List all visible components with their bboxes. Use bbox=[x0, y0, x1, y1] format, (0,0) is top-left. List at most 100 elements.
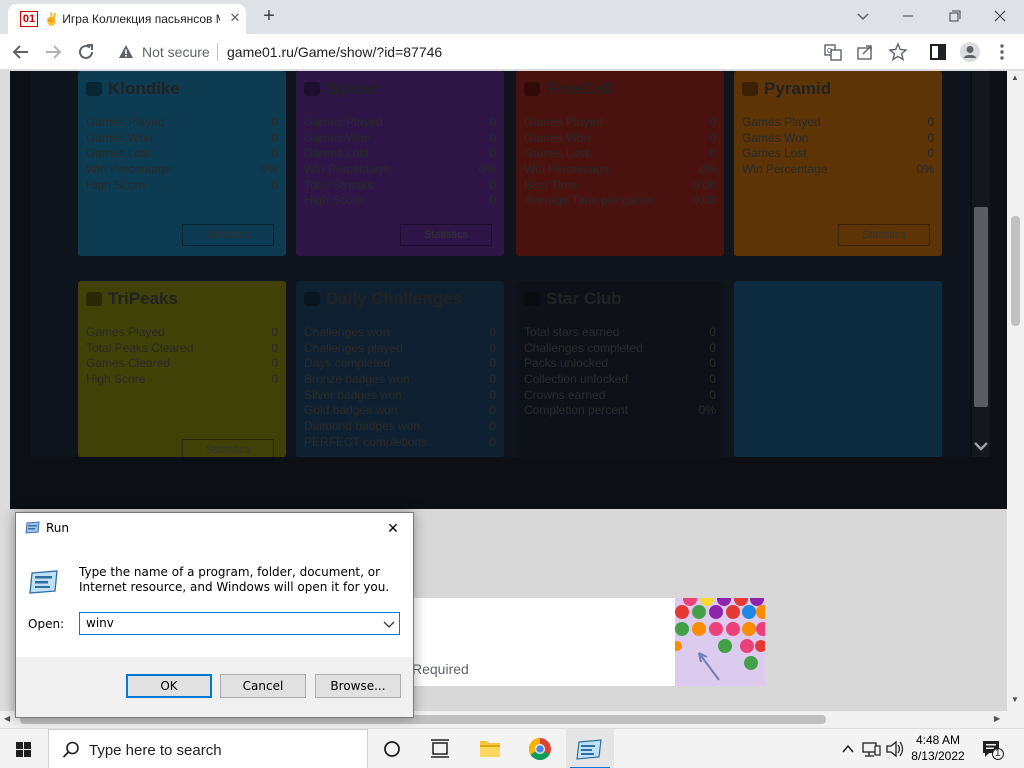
chevron-down-icon[interactable] bbox=[382, 616, 396, 632]
back-arrow-icon[interactable] bbox=[8, 39, 34, 65]
stat-row: Win Percentage 0% bbox=[304, 162, 496, 177]
card-title: TriPeaks bbox=[86, 289, 278, 309]
pyramid-card[interactable]: Pyramid Games Played 0 Games Won 0 Games L… bbox=[734, 71, 942, 256]
svg-text:G: G bbox=[827, 48, 832, 55]
chrome-button[interactable] bbox=[516, 729, 564, 768]
url-text[interactable]: game01.ru/Game/show/?id=87746 bbox=[227, 44, 442, 60]
page-scroll-thumb[interactable] bbox=[1011, 216, 1020, 326]
card-title: Pyramid bbox=[742, 79, 934, 99]
reload-icon[interactable] bbox=[73, 39, 99, 65]
new-tab-button[interactable]: + bbox=[256, 5, 282, 29]
warning-icon[interactable] bbox=[118, 44, 134, 60]
stat-row: Games Cleared 0 bbox=[86, 356, 278, 371]
star-club-card[interactable]: Star Club Total stars earned 0 Challenges… bbox=[516, 281, 724, 457]
stats-list: Games Played 0 Games Won 0 Games Lost 0 Win… bbox=[524, 115, 716, 209]
scroll-down-arrow-icon[interactable]: ▼ bbox=[1011, 695, 1019, 704]
statistics-button[interactable]: Statistics bbox=[838, 224, 930, 246]
chevron-up-icon bbox=[842, 744, 854, 753]
forward-arrow-icon[interactable] bbox=[40, 39, 66, 65]
stats-list: Challenges won 0 Challenges played 0 Days … bbox=[304, 325, 496, 451]
translate-icon[interactable]: G bbox=[822, 42, 844, 62]
restore-button[interactable] bbox=[931, 0, 977, 32]
daily-challenges-card[interactable]: Daily Challenges Challenges won 0 Challen… bbox=[296, 281, 504, 457]
task-view-button[interactable] bbox=[368, 729, 416, 768]
stat-row: Games Played 0 bbox=[304, 115, 496, 129]
scroll-right-arrow-icon[interactable]: ▶ bbox=[994, 714, 1000, 723]
game-scrollbar[interactable] bbox=[972, 71, 990, 457]
clock-date: 8/13/2022 bbox=[911, 749, 965, 763]
notification-center-button[interactable]: 1 bbox=[980, 737, 1004, 761]
address-bar[interactable]: Not secure game01.ru/Game/show/?id=87746… bbox=[108, 38, 920, 66]
search-placeholder: Type here to search bbox=[89, 742, 222, 759]
bookmark-star-icon[interactable] bbox=[887, 42, 909, 62]
stat-row: High Score 0 bbox=[304, 193, 496, 208]
empty-card bbox=[734, 281, 942, 457]
game-scroll-thumb[interactable] bbox=[974, 207, 988, 407]
taskbar-search-box[interactable]: Type here to search bbox=[48, 729, 368, 768]
minimize-button[interactable] bbox=[885, 0, 931, 32]
stats-list: Games Played 0 Games Won 0 Games Lost 0 Win… bbox=[304, 115, 496, 209]
side-panel-icon[interactable] bbox=[925, 39, 951, 65]
run-taskbar-button[interactable] bbox=[566, 729, 614, 768]
run-close-icon[interactable]: ✕ bbox=[382, 517, 404, 539]
chrome-icon bbox=[529, 738, 551, 760]
taskbar-clock[interactable]: 4:48 AM 8/13/2022 bbox=[900, 732, 976, 764]
stat-row: Collection unlocked 0 bbox=[524, 372, 716, 387]
run-program-icon bbox=[28, 569, 60, 595]
site-favicon-icon: 01 bbox=[20, 11, 38, 27]
stat-row: Challenges played 0 bbox=[304, 340, 496, 355]
statistics-button[interactable]: Statistics bbox=[182, 439, 274, 461]
card-title: Star Club bbox=[524, 289, 716, 309]
stat-row: Games Played 0 bbox=[742, 115, 934, 129]
scroll-left-arrow-icon[interactable]: ◀ bbox=[4, 714, 10, 723]
stat-row: Completion percent 0% bbox=[524, 403, 716, 418]
statistics-button[interactable]: Statistics bbox=[182, 224, 274, 246]
open-input[interactable]: winv bbox=[86, 616, 114, 630]
window-close-button[interactable] bbox=[977, 0, 1023, 32]
menu-kebab-icon[interactable] bbox=[989, 39, 1015, 65]
cancel-button[interactable]: Cancel bbox=[220, 674, 306, 698]
bubble-game-thumbnail[interactable] bbox=[672, 592, 770, 686]
spider-card[interactable]: Spider Games Played 0 Games Won 0 Games Lo… bbox=[296, 71, 504, 256]
tab-close-icon[interactable]: ✕ bbox=[226, 9, 244, 27]
ad-banner[interactable]: Required bbox=[412, 592, 770, 686]
statistics-button[interactable]: Statistics bbox=[400, 224, 492, 246]
stat-row: Games Won 0 bbox=[86, 130, 278, 145]
run-dialog[interactable]: Run ✕ Type the name of a program, folder… bbox=[15, 512, 414, 718]
run-app-icon bbox=[25, 521, 41, 534]
chevron-down-icon[interactable] bbox=[972, 437, 990, 455]
show-hidden-icons-button[interactable] bbox=[838, 729, 858, 768]
stat-row: Win Percentage 0% bbox=[524, 162, 716, 177]
start-button[interactable] bbox=[0, 729, 48, 768]
game-frame[interactable]: Klondike Games Played 0 Games Won 0 Games … bbox=[10, 71, 1007, 509]
windows-logo-icon bbox=[16, 742, 31, 757]
browser-tab[interactable]: 01 ✌ Игра Коллекция пасьянсов Microsoft … bbox=[8, 4, 246, 34]
browser-toolbar: Not secure game01.ru/Game/show/?id=87746… bbox=[0, 34, 1024, 70]
klondike-card[interactable]: Klondike Games Played 0 Games Won 0 Games … bbox=[78, 71, 286, 256]
stat-row: Games Won 0 bbox=[524, 130, 716, 145]
run-icon bbox=[576, 739, 602, 760]
file-explorer-button[interactable] bbox=[466, 729, 514, 768]
network-icon[interactable] bbox=[860, 729, 882, 768]
share-icon[interactable] bbox=[854, 42, 876, 62]
open-combobox[interactable]: winv bbox=[79, 612, 400, 635]
security-label[interactable]: Not secure bbox=[142, 44, 210, 60]
stats-list: Games Played 0 Games Won 0 Games Lost 0 Win… bbox=[742, 115, 934, 178]
scroll-up-arrow-icon[interactable]: ▲ bbox=[1011, 73, 1019, 82]
tab-strip: 01 ✌ Игра Коллекция пасьянсов Microsoft … bbox=[0, 0, 1024, 34]
widgets-button[interactable] bbox=[416, 729, 464, 768]
profile-avatar-icon[interactable] bbox=[957, 39, 983, 65]
task-view-icon bbox=[384, 741, 400, 757]
tab-search-icon[interactable] bbox=[852, 6, 874, 26]
stat-row: Gold badges won 0 bbox=[304, 403, 496, 418]
ok-button[interactable]: OK bbox=[126, 674, 212, 698]
run-dialog-titlebar[interactable]: Run ✕ bbox=[16, 513, 413, 543]
stat-row: Days completed 0 bbox=[304, 356, 496, 371]
freecell-card[interactable]: FreeCell Games Played 0 Games Won 0 Games … bbox=[516, 71, 724, 256]
tripeaks-card[interactable]: TriPeaks Games Played 0 Total Peaks Clear… bbox=[78, 281, 286, 461]
ad-text: Required bbox=[412, 661, 469, 677]
page-vertical-scrollbar[interactable]: ▲ ▼ bbox=[1007, 71, 1024, 711]
browse-button[interactable]: Browse... bbox=[315, 674, 401, 698]
stat-row: Crowns earned 0 bbox=[524, 387, 716, 402]
stat-row: Silver badges won 0 bbox=[304, 387, 496, 402]
